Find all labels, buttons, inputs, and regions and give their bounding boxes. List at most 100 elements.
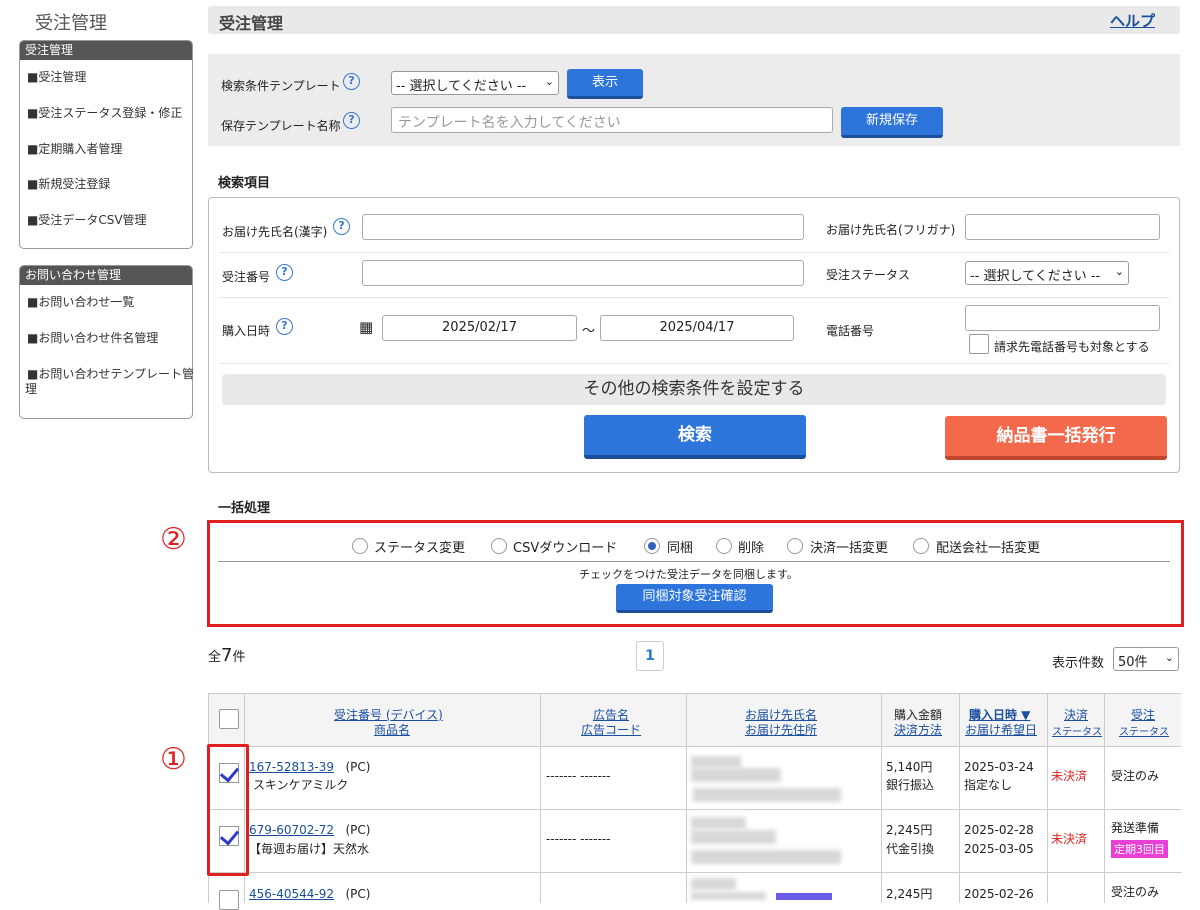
radio-status-change[interactable]	[352, 538, 368, 554]
purchase-date: 2025-02-26	[964, 887, 1034, 901]
bulk-delivery-note-button[interactable]: 納品書一括発行	[945, 416, 1167, 460]
radio-label: CSVダウンロード	[513, 541, 618, 556]
date-from-input[interactable]: 2025/02/17	[382, 315, 577, 341]
search-section-title: 検索項目	[218, 176, 271, 191]
redacted-address	[693, 788, 841, 802]
total-number: 7	[221, 645, 233, 666]
sort-ad-code[interactable]: 広告コード	[581, 723, 641, 738]
calendar-icon[interactable]: ▦	[359, 318, 373, 336]
template-condition-select[interactable]: -- 選択してください -- ⌄	[391, 71, 559, 95]
radio-label: 決済一括変更	[810, 541, 889, 556]
device: (PC)	[345, 823, 371, 837]
sort-payment-status[interactable]: ステータス	[1052, 725, 1102, 740]
per-page-select[interactable]: 50件 ⌄	[1113, 647, 1179, 671]
table-line	[959, 693, 960, 903]
table-line	[208, 809, 1181, 810]
order-number-link[interactable]: 679-60702-72	[249, 823, 334, 837]
sidebar-item-inquiry-templates-wrap[interactable]: 理	[25, 382, 37, 397]
row-checkbox[interactable]	[219, 826, 239, 846]
sidebar-item-order-status[interactable]: ■受注ステータス登録・修正	[27, 106, 182, 121]
table-line	[686, 693, 687, 903]
pagination-page-1[interactable]: 1	[636, 641, 664, 671]
total-count: 全7件	[208, 645, 245, 666]
sidebar-item-inquiry-subjects[interactable]: ■お問い合わせ件名管理	[27, 331, 158, 346]
save-template-button[interactable]: 新規保存	[841, 107, 943, 138]
sidebar-item-subscribers[interactable]: ■定期購入者管理	[27, 142, 122, 157]
sidebar-item-inquiry-templates[interactable]: ■お問い合わせテンプレート管	[27, 367, 194, 382]
row-checkbox[interactable]	[219, 890, 239, 910]
amount-header: 購入金額	[894, 708, 943, 722]
radio-payment-bulk-change[interactable]	[787, 538, 803, 554]
table-row: 679-60702-72 (PC)	[249, 822, 370, 839]
sort-payment-method[interactable]: 決済方法	[894, 723, 942, 738]
sort-ad-name[interactable]: 広告名	[593, 708, 629, 723]
date-to-input[interactable]: 2025/04/17	[600, 315, 794, 341]
order-status: 発送準備	[1111, 821, 1160, 835]
order-status-label: 受注ステータス	[826, 268, 911, 282]
order-number-input[interactable]	[362, 260, 804, 286]
help-icon[interactable]: ?	[276, 318, 293, 335]
phone-input[interactable]	[965, 305, 1160, 331]
template-condition-select-value: -- 選択してください --	[396, 79, 527, 94]
order-status-select[interactable]: -- 選択してください -- ⌄	[965, 261, 1129, 285]
sidebar-item-new-order[interactable]: ■新規受注登録	[27, 177, 110, 192]
ad-code: ------- -------	[546, 832, 611, 846]
radio-delete[interactable]	[716, 538, 732, 554]
order-number-link[interactable]: 456-40544-92	[249, 887, 334, 901]
status-badge	[776, 893, 832, 900]
sidebar-item-order-csv[interactable]: ■受注データCSV管理	[27, 213, 147, 228]
sort-order[interactable]: 受注	[1131, 708, 1155, 723]
redacted-name	[691, 878, 736, 890]
more-conditions-toggle[interactable]: その他の検索条件を設定する	[222, 374, 1166, 405]
help-icon[interactable]: ?	[343, 73, 360, 90]
search-button[interactable]: 検索	[584, 415, 806, 459]
payment-status: 未決済	[1051, 769, 1088, 783]
sort-desired-date[interactable]: お届け希望日	[965, 723, 1037, 738]
table-row: 456-40544-92 (PC)	[249, 886, 370, 903]
help-link[interactable]: ヘルプ	[1110, 10, 1155, 31]
table-line	[208, 746, 1181, 747]
date-separator: ～	[582, 324, 596, 339]
payment-method: 銀行振込	[886, 778, 935, 792]
recipient-kana-input[interactable]	[965, 214, 1160, 240]
help-icon[interactable]: ?	[343, 112, 360, 129]
table-line	[208, 872, 1181, 873]
radio-csv-download[interactable]	[491, 538, 507, 554]
chevron-down-icon: ⌄	[1164, 651, 1174, 664]
payment-status: 未決済	[1051, 832, 1088, 846]
show-template-button[interactable]: 表示	[567, 69, 643, 99]
ad-code: ------- -------	[546, 769, 611, 783]
payment-method: 代金引換	[886, 842, 935, 856]
chevron-down-icon: ⌄	[544, 75, 554, 88]
radio-carrier-bulk-change[interactable]	[913, 538, 929, 554]
template-condition-label: 検索条件テンプレート	[221, 79, 341, 93]
radio-bundle[interactable]	[644, 538, 660, 554]
bundle-confirm-button[interactable]: 同梱対象受注確認	[616, 584, 773, 613]
help-icon[interactable]: ?	[333, 218, 350, 235]
sort-order-status[interactable]: ステータス	[1119, 725, 1169, 740]
help-icon[interactable]: ?	[276, 264, 293, 281]
sidebar-title: 受注管理	[35, 13, 107, 34]
select-all-checkbox[interactable]	[219, 709, 239, 729]
page-title: 受注管理	[219, 14, 284, 33]
purchase-date-label: 購入日時	[222, 324, 271, 338]
sidebar-item-order-management[interactable]: ■受注管理	[27, 70, 86, 85]
divider	[219, 363, 1169, 364]
template-name-input[interactable]: テンプレート名を入力してください	[391, 107, 833, 133]
phone-label: 電話番号	[826, 324, 875, 338]
recipient-kanji-input[interactable]	[362, 214, 804, 240]
row-checkbox[interactable]	[219, 763, 239, 783]
purchase-date: 2025-03-24	[964, 760, 1034, 774]
amount: 2,245円	[886, 823, 933, 837]
device: (PC)	[345, 887, 371, 901]
sort-recipient-name[interactable]: お届け先氏名	[745, 708, 817, 723]
sidebar-item-inquiry-list[interactable]: ■お問い合わせ一覧	[27, 295, 134, 310]
redacted-address	[691, 768, 781, 782]
billing-phone-checkbox[interactable]	[969, 334, 989, 354]
sort-product[interactable]: 商品名	[374, 723, 410, 738]
sort-purchase-date[interactable]: 購入日時 ▼	[969, 708, 1030, 723]
order-number-link[interactable]: 167-52813-39	[249, 760, 334, 774]
sort-order-number[interactable]: 受注番号 (デバイス)	[334, 708, 443, 723]
sort-recipient-address[interactable]: お届け先住所	[745, 723, 817, 738]
sort-payment[interactable]: 決済	[1064, 708, 1088, 723]
